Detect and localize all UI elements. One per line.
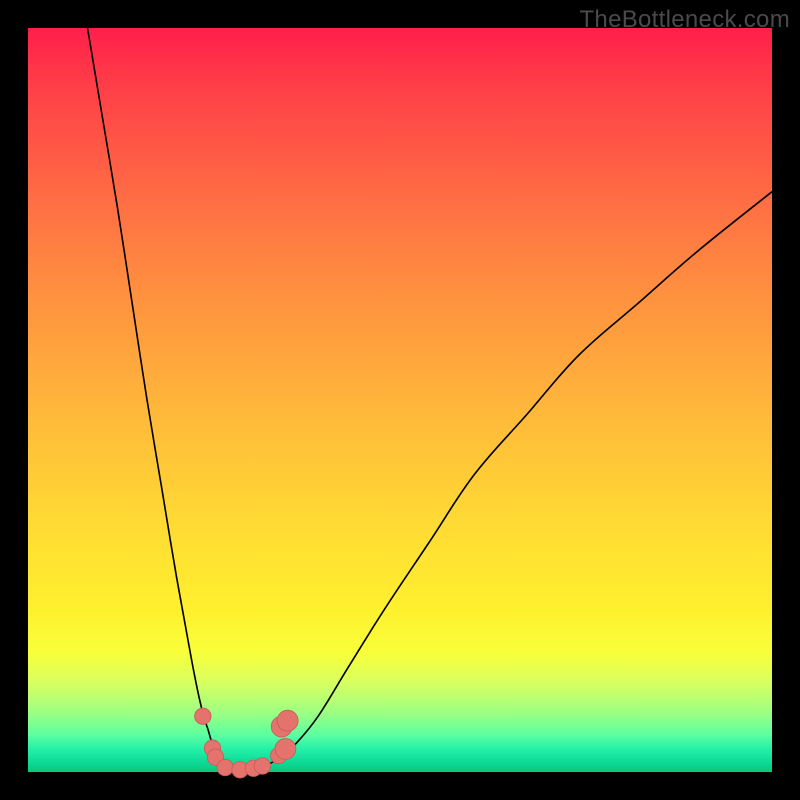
bottleneck-curve (88, 28, 772, 770)
marker-dots (195, 708, 298, 778)
plot-area (28, 28, 772, 772)
marker-dot (217, 759, 233, 775)
marker-dot (195, 708, 211, 724)
chart-frame: TheBottleneck.com (0, 0, 800, 800)
marker-dot (275, 739, 296, 760)
curve-svg (28, 28, 772, 772)
marker-dot (254, 758, 270, 774)
watermark-text: TheBottleneck.com (579, 6, 790, 34)
marker-dot (277, 710, 298, 731)
